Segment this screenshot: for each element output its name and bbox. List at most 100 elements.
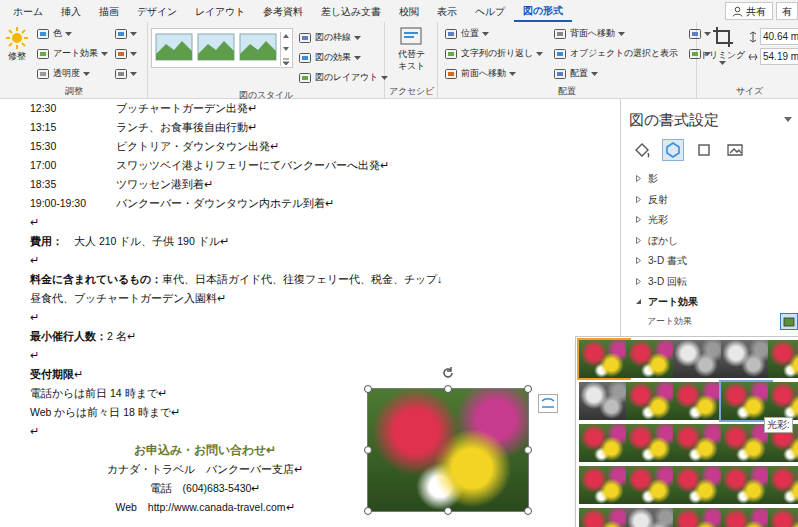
ribbon-button[interactable]: 前面へ移動: [442, 64, 545, 84]
art-effects-dropdown[interactable]: [780, 313, 798, 330]
button-icon: [298, 31, 312, 45]
art-effect-option[interactable]: [673, 424, 723, 462]
picture-style-icon[interactable]: [238, 32, 278, 62]
ribbon-button[interactable]: 図の効果: [296, 48, 390, 68]
picture-style-icon[interactable]: [154, 32, 194, 62]
scroll-down-icon[interactable]: [282, 45, 290, 53]
ribbon-tab[interactable]: デザイン: [128, 0, 186, 22]
paragraph: ↵: [30, 422, 620, 441]
ribbon-icon-button[interactable]: [112, 44, 139, 64]
art-effect-option[interactable]: [626, 340, 676, 378]
share-button[interactable]: 共有: [725, 2, 773, 20]
ribbon-button[interactable]: 図のレイアウト: [296, 68, 390, 88]
pane-tab[interactable]: [693, 139, 715, 161]
ribbon-button[interactable]: 配置: [551, 64, 680, 84]
pane-tab[interactable]: [662, 139, 684, 161]
art-effect-option[interactable]: [579, 382, 629, 420]
resize-handle[interactable]: [364, 446, 372, 454]
art-effect-option[interactable]: [579, 466, 629, 504]
ribbon-tab[interactable]: ヘルプ: [466, 0, 514, 22]
pane-section[interactable]: 3-D 書式: [621, 251, 798, 272]
ribbon-button[interactable]: 図の枠線: [296, 28, 390, 48]
art-effect-option[interactable]: [673, 340, 723, 378]
art-effect-option[interactable]: [673, 508, 723, 527]
ribbon-tab[interactable]: ホーム: [4, 0, 52, 22]
pane-section[interactable]: 光彩: [621, 210, 798, 231]
art-effect-option[interactable]: [579, 340, 629, 378]
height-field[interactable]: 40.64 mm: [760, 28, 798, 45]
art-effect-option[interactable]: [721, 382, 771, 420]
pane-section[interactable]: 3-D 回転: [621, 271, 798, 292]
ribbon-icon-button[interactable]: [112, 24, 139, 44]
document-area: 12:30ブッチャートガーデン出発↵13:15ランチ、お食事後自由行動↵15:3…: [0, 99, 620, 527]
ribbon-icon-button[interactable]: [112, 64, 139, 84]
resize-handle[interactable]: [524, 446, 532, 454]
ribbon-tab[interactable]: 参考資料: [254, 0, 312, 22]
art-effect-option[interactable]: [721, 340, 771, 378]
resize-handle[interactable]: [364, 385, 372, 393]
ribbon-button[interactable]: アート効果: [34, 44, 110, 64]
art-effect-option[interactable]: [626, 424, 676, 462]
scroll-up-icon[interactable]: [282, 32, 290, 40]
art-effect-option[interactable]: [768, 466, 798, 504]
button-icon: [553, 67, 567, 81]
art-effect-option[interactable]: [721, 508, 771, 527]
ribbon-tab[interactable]: 差し込み文書: [312, 0, 390, 22]
ribbon-tab[interactable]: 表示: [428, 0, 466, 22]
art-effect-option[interactable]: [579, 424, 629, 462]
art-effect-option[interactable]: [673, 382, 723, 420]
resize-handle[interactable]: [364, 507, 372, 515]
ribbon-button[interactable]: 透明度: [34, 64, 110, 84]
collapsed-icon: [635, 175, 642, 182]
alt-text-button[interactable]: 代替テキスト: [398, 26, 425, 84]
width-field[interactable]: 54.19 mm: [760, 48, 798, 65]
ribbon-button[interactable]: 色: [34, 24, 110, 44]
pane-options-icon[interactable]: [784, 117, 792, 123]
dropdown-arrow-icon: [65, 32, 72, 37]
ribbon-button[interactable]: 文字列の折り返し: [442, 44, 545, 64]
dropdown-arrow-icon: [704, 32, 711, 37]
pane-section[interactable]: 影: [621, 169, 798, 190]
ribbon-icon-button[interactable]: [686, 24, 713, 44]
paragraph: 受付期限↵: [30, 365, 620, 384]
height-icon: [748, 31, 758, 43]
pane-tab[interactable]: [724, 139, 746, 161]
ribbon-tab[interactable]: レイアウト: [186, 0, 254, 22]
pane-tab[interactable]: [631, 139, 653, 161]
pane-section[interactable]: ぼかし: [621, 230, 798, 251]
more-icon[interactable]: [282, 58, 290, 66]
ribbon-tab[interactable]: 図の形式: [514, 0, 572, 22]
art-effect-option[interactable]: [626, 508, 676, 527]
ribbon-tab[interactable]: 校閲: [390, 0, 428, 22]
ribbon-tab[interactable]: 挿入: [52, 0, 90, 22]
resize-handle[interactable]: [444, 507, 452, 515]
resize-handle[interactable]: [524, 385, 532, 393]
art-effect-option[interactable]: [626, 382, 676, 420]
picture[interactable]: [368, 389, 528, 511]
crop-button[interactable]: トリミング: [700, 25, 745, 84]
sun-icon: [5, 26, 29, 50]
art-effect-option[interactable]: [768, 382, 798, 420]
art-effect-option[interactable]: [579, 508, 629, 527]
comment-button[interactable]: 有: [776, 2, 798, 20]
picture-style-icon[interactable]: [196, 32, 236, 62]
correction-button[interactable]: 修整: [2, 24, 32, 84]
art-effect-option[interactable]: [768, 340, 798, 378]
layout-options-button[interactable]: [538, 394, 558, 413]
pane-section[interactable]: 反射: [621, 189, 798, 210]
button-icon: [553, 27, 567, 41]
resize-handle[interactable]: [524, 507, 532, 515]
pane-section[interactable]: アート効果: [621, 292, 798, 313]
ribbon-button[interactable]: オブジェクトの選択と表示: [551, 44, 680, 64]
ribbon-tab[interactable]: 描画: [90, 0, 128, 22]
art-effect-option[interactable]: [626, 466, 676, 504]
resize-handle[interactable]: [444, 385, 452, 393]
schedule-row: 12:30ブッチャートガーデン出発↵: [30, 99, 620, 118]
ribbon-button[interactable]: 位置: [442, 24, 545, 44]
art-effect-option[interactable]: [673, 466, 723, 504]
art-effect-option[interactable]: [768, 508, 798, 527]
art-effect-option[interactable]: [721, 466, 771, 504]
ribbon-button[interactable]: 背面へ移動: [551, 24, 680, 44]
rotate-handle-icon[interactable]: [441, 366, 455, 380]
contact-line: カナダ・トラベル バンクーバー支店↵: [30, 460, 380, 479]
